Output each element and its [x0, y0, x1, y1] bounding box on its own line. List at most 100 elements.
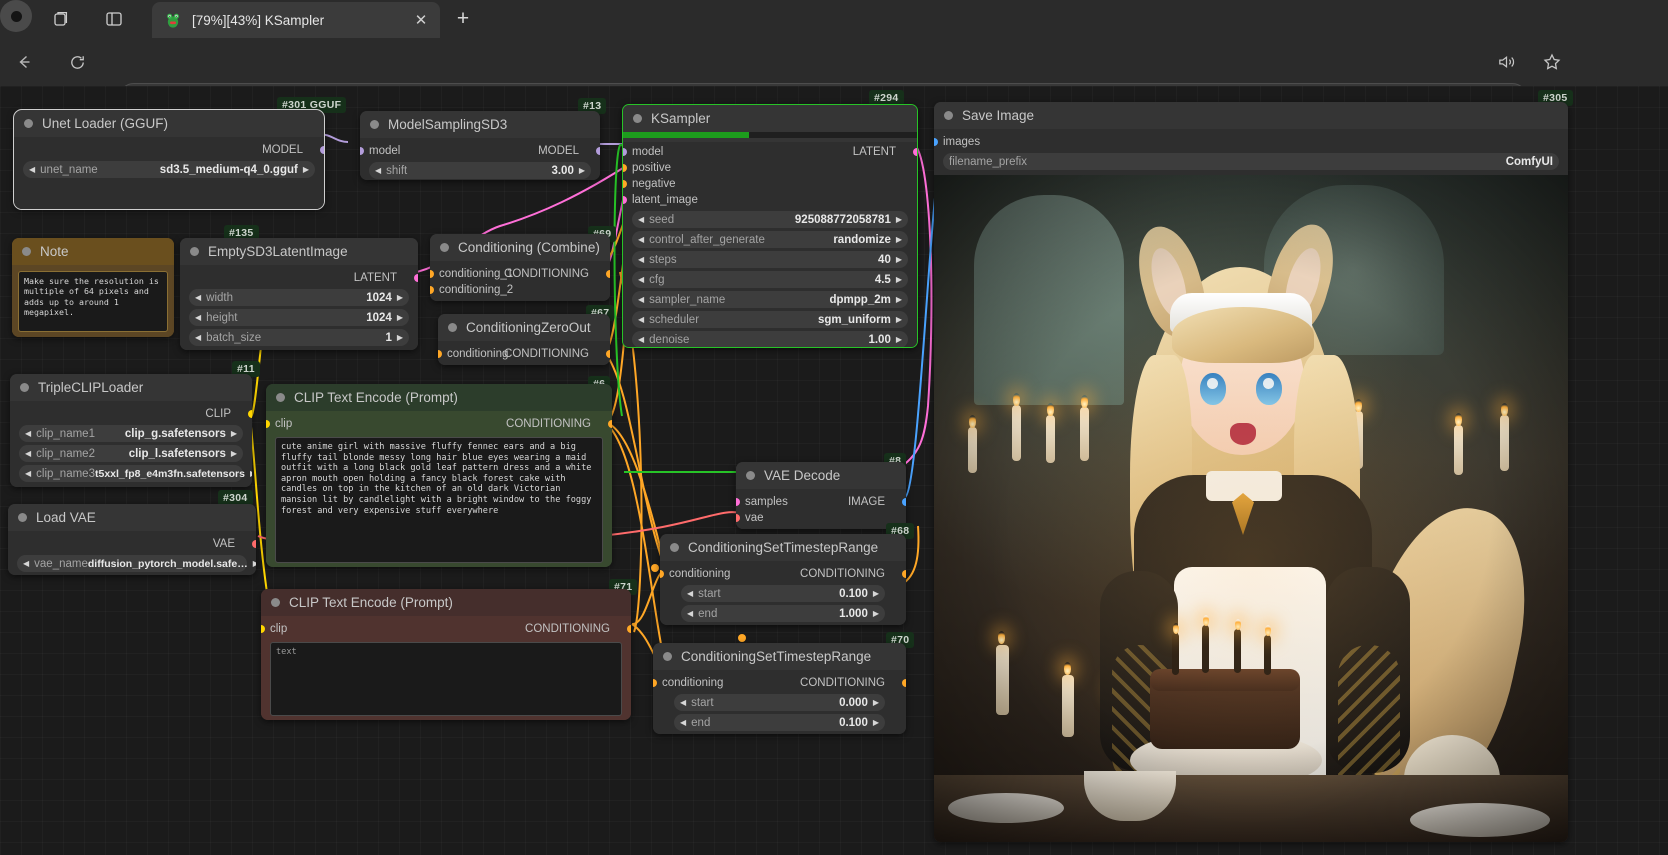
browser-profile-button[interactable]: [0, 0, 32, 32]
port-conditioning-out[interactable]: [902, 679, 906, 687]
port-vae-out[interactable]: [252, 540, 256, 548]
prompt-textarea[interactable]: cute anime girl with massive fluffy fenn…: [275, 437, 603, 563]
chevron-right-icon[interactable]: ▶: [253, 559, 256, 568]
node-collapse-icon[interactable]: [663, 652, 672, 661]
widget-denoise[interactable]: ◀ denoise 1.00 ▶: [632, 331, 908, 347]
chevron-left-icon[interactable]: ◀: [195, 333, 201, 342]
node-header[interactable]: ConditioningZeroOut: [438, 314, 610, 341]
node-conditioning-set-timestep-range-2[interactable]: ConditioningSetTimestepRange conditionin…: [653, 643, 906, 734]
chevron-right-icon[interactable]: ▶: [896, 215, 902, 224]
reload-icon[interactable]: [63, 48, 91, 76]
port-negative-in[interactable]: [623, 180, 627, 188]
slot-row-conditioning[interactable]: conditioning CONDITIONING: [653, 675, 906, 691]
node-header[interactable]: EmptySD3LatentImage: [180, 238, 418, 265]
chevron-right-icon[interactable]: ▶: [397, 333, 403, 342]
node-header[interactable]: Conditioning (Combine): [430, 234, 610, 261]
port-model-out[interactable]: [596, 147, 600, 155]
slot-row-negative[interactable]: negative: [623, 176, 908, 192]
close-icon[interactable]: ✕: [408, 7, 434, 33]
port-images-in[interactable]: [934, 138, 938, 146]
node-empty-sd3-latent-image[interactable]: EmptySD3LatentImage LATENT ◀ width 1024 …: [180, 238, 418, 350]
port-clip-out[interactable]: [248, 410, 252, 418]
chevron-right-icon[interactable]: ▶: [397, 313, 403, 322]
new-tab-button[interactable]: +: [450, 8, 476, 34]
port-conditioning-in[interactable]: [653, 679, 657, 687]
port-positive-in[interactable]: [623, 164, 627, 172]
node-clip-text-encode-positive[interactable]: CLIP Text Encode (Prompt) clip CONDITION…: [266, 384, 612, 567]
port-image-out[interactable]: [902, 498, 906, 506]
node-model-sampling-sd3[interactable]: ModelSamplingSD3 model MODEL ◀ shift 3.0…: [360, 111, 600, 180]
chevron-left-icon[interactable]: ◀: [680, 698, 686, 707]
node-collapse-icon[interactable]: [670, 543, 679, 552]
port-conditioning-1-in[interactable]: [430, 270, 434, 278]
chevron-left-icon[interactable]: ◀: [375, 166, 381, 175]
port-latent-out[interactable]: [913, 148, 917, 156]
port-conditioning-out[interactable]: [606, 350, 610, 358]
widget-end[interactable]: ◀ end 0.100 ▶: [674, 714, 885, 731]
node-collapse-icon[interactable]: [24, 119, 33, 128]
chevron-left-icon[interactable]: ◀: [638, 215, 644, 224]
port-model-in[interactable]: [360, 147, 364, 155]
node-header[interactable]: VAE Decode: [736, 462, 906, 489]
port-conditioning-out[interactable]: [606, 270, 610, 278]
node-collapse-icon[interactable]: [190, 247, 199, 256]
widget-start[interactable]: ◀ start 0.000 ▶: [674, 694, 885, 711]
node-header[interactable]: Unet Loader (GGUF): [14, 110, 324, 137]
output-slot-model[interactable]: MODEL: [23, 142, 324, 158]
port-latent-out[interactable]: [414, 274, 418, 282]
node-header[interactable]: CLIP Text Encode (Prompt): [261, 589, 631, 616]
slot-row-conditioning[interactable]: conditioning CONDITIONING: [660, 566, 906, 582]
note-text[interactable]: Make sure the resolution is multiple of …: [18, 271, 168, 332]
chevron-left-icon[interactable]: ◀: [25, 469, 31, 478]
node-collapse-icon[interactable]: [22, 247, 31, 256]
node-collapse-icon[interactable]: [370, 120, 379, 129]
node-vae-decode[interactable]: VAE Decode samples IMAGE vae: [736, 462, 906, 529]
node-header[interactable]: ModelSamplingSD3: [360, 111, 600, 138]
node-collapse-icon[interactable]: [276, 393, 285, 402]
chevron-right-icon[interactable]: ▶: [873, 698, 879, 707]
widget-batch-size[interactable]: ◀ batch_size 1 ▶: [189, 329, 409, 346]
node-collapse-icon[interactable]: [271, 598, 280, 607]
generated-image-preview[interactable]: [934, 175, 1568, 842]
port-model-in[interactable]: [623, 148, 627, 156]
node-header[interactable]: Load VAE: [8, 504, 256, 531]
node-header[interactable]: ConditioningSetTimestepRange: [653, 643, 906, 670]
port-latent-image-in[interactable]: [623, 196, 627, 204]
chevron-left-icon[interactable]: ◀: [638, 335, 644, 344]
output-slot-clip[interactable]: CLIP: [19, 406, 252, 422]
slot-row-model[interactable]: model LATENT: [623, 144, 917, 160]
port-conditioning-out[interactable]: [627, 625, 631, 633]
node-collapse-icon[interactable]: [746, 471, 755, 480]
slot-row-model[interactable]: model MODEL: [360, 143, 600, 159]
node-conditioning-set-timestep-range-1[interactable]: ConditioningSetTimestepRange conditionin…: [660, 534, 906, 625]
node-collapse-icon[interactable]: [18, 513, 27, 522]
chevron-left-icon[interactable]: ◀: [638, 235, 644, 244]
chevron-left-icon[interactable]: ◀: [638, 315, 644, 324]
node-collapse-icon[interactable]: [944, 111, 953, 120]
widget-control-after-generate[interactable]: ◀ control_after_generate randomize ▶: [632, 231, 908, 248]
node-load-vae[interactable]: Load VAE VAE ◀ vae_name diffusion_pytorc…: [8, 504, 256, 575]
slot-row-conditioning-2[interactable]: conditioning_2: [430, 282, 601, 298]
chevron-left-icon[interactable]: ◀: [25, 429, 31, 438]
chevron-right-icon[interactable]: ▶: [397, 293, 403, 302]
chevron-right-icon[interactable]: ▶: [896, 335, 902, 344]
chevron-left-icon[interactable]: ◀: [687, 589, 693, 598]
node-header[interactable]: CLIP Text Encode (Prompt): [266, 384, 612, 411]
widget-height[interactable]: ◀ height 1024 ▶: [189, 309, 409, 326]
node-collapse-icon[interactable]: [440, 243, 449, 252]
node-ksampler[interactable]: KSampler model LATENT positive negative: [622, 104, 918, 348]
node-conditioning-zero-out[interactable]: ConditioningZeroOut conditioning CONDITI…: [438, 314, 610, 365]
output-slot-latent[interactable]: LATENT: [189, 270, 418, 286]
widget-sampler-name[interactable]: ◀ sampler_name dpmpp_2m ▶: [632, 291, 908, 308]
node-collapse-icon[interactable]: [448, 323, 457, 332]
slot-row-positive[interactable]: positive: [623, 160, 908, 176]
widget-steps[interactable]: ◀ steps 40 ▶: [632, 251, 908, 268]
port-clip-in[interactable]: [266, 420, 270, 428]
node-header[interactable]: KSampler: [623, 105, 917, 132]
split-screen-icon[interactable]: [100, 5, 128, 33]
port-samples-in[interactable]: [736, 498, 740, 506]
back-arrow-icon[interactable]: [10, 48, 38, 76]
node-clip-text-encode-negative[interactable]: CLIP Text Encode (Prompt) clip CONDITION…: [261, 589, 631, 720]
chevron-right-icon[interactable]: ▶: [231, 449, 237, 458]
widget-width[interactable]: ◀ width 1024 ▶: [189, 289, 409, 306]
